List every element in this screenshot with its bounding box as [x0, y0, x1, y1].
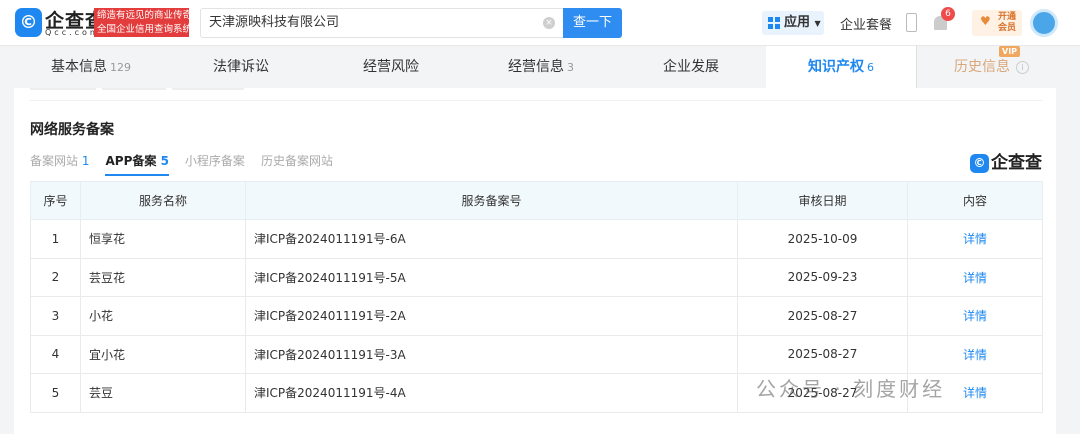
subtab-miniprogram[interactable]: 小程序备案	[185, 152, 245, 176]
table-row: 3 小花 津ICP备2024011191号-2A 2025-08-27 详情	[30, 296, 1043, 336]
avatar[interactable]	[1030, 9, 1058, 37]
clear-icon[interactable]: ×	[543, 17, 555, 29]
record-number: 津ICP备2024011191号-4A	[245, 373, 738, 413]
tab-count: 6	[867, 61, 874, 74]
search-value: 天津源映科技有限公司	[209, 15, 340, 30]
apps-label: 应用	[784, 15, 811, 30]
service-name: 芸豆花	[80, 257, 246, 297]
table-header-row: 序号 服务名称 服务备案号 审核日期 内容	[30, 181, 1043, 220]
col-review-date: 审核日期	[737, 181, 908, 220]
divider	[172, 88, 244, 90]
tab-risk[interactable]: 经营风险	[316, 46, 466, 88]
record-number: 津ICP备2024011191号-2A	[245, 296, 738, 336]
review-date: 2025-10-09	[737, 219, 908, 259]
tab-label: 经营信息	[508, 59, 564, 75]
row-index: 4	[30, 334, 81, 374]
subtab-label: APP备案	[105, 154, 157, 168]
service-name: 恒享花	[80, 219, 246, 259]
caret-down-icon: ▼	[814, 19, 821, 28]
service-name: 芸豆	[80, 373, 246, 413]
service-name: 宜小花	[80, 334, 246, 374]
slogan-line: 全国企业信用查询系统	[97, 24, 189, 35]
tab-basic-info[interactable]: 基本信息 129	[16, 46, 166, 88]
qcc-logo-icon: ©	[970, 154, 989, 173]
divider	[30, 88, 96, 90]
record-number: 津ICP备2024011191号-3A	[245, 334, 738, 374]
record-number: 津ICP备2024011191号-5A	[245, 257, 738, 297]
tab-label: 法律诉讼	[213, 59, 269, 75]
watermark: 公众号 · 刻度财经	[756, 377, 946, 401]
main-tabs: 基本信息 129 法律诉讼 经营风险 经营信息 3 企业发展 知识产权 6 VIP 历史…	[0, 46, 1080, 88]
review-date: 2025-09-23	[737, 257, 908, 297]
col-index: 序号	[30, 181, 81, 220]
tab-history[interactable]: VIP 历史信息 i	[916, 46, 1066, 88]
notification-badge: 6	[941, 7, 955, 21]
record-number: 津ICP备2024011191号-6A	[245, 219, 738, 259]
divider	[102, 88, 166, 90]
tab-label: 企业发展	[663, 59, 719, 75]
subtab-count: 1	[81, 154, 90, 168]
row-index: 5	[30, 373, 81, 413]
vip-line: 开通	[998, 12, 1017, 22]
details-link[interactable]: 详情	[907, 296, 1043, 336]
row-index: 2	[30, 257, 81, 297]
search-button[interactable]: 查一下	[563, 8, 622, 38]
enterprise-package-link[interactable]: 企业套餐	[840, 14, 892, 33]
table-row: 4 宜小花 津ICP备2024011191号-3A 2025-08-27 详情	[30, 334, 1043, 374]
col-record-number: 服务备案号	[245, 181, 738, 220]
tab-business-info[interactable]: 经营信息 3	[466, 46, 616, 88]
details-link[interactable]: 详情	[907, 334, 1043, 374]
vip-tag: VIP	[999, 46, 1021, 57]
subtab-label: 历史备案网站	[260, 154, 333, 168]
details-link[interactable]: 详情	[907, 219, 1043, 259]
info-icon[interactable]: i	[1016, 60, 1029, 74]
service-name: 小花	[80, 296, 246, 336]
subtab-app[interactable]: APP备案 5	[105, 152, 169, 176]
mobile-icon[interactable]	[906, 13, 917, 32]
apps-dropdown[interactable]: 应用 ▼	[762, 11, 824, 35]
tab-label: 基本信息	[51, 59, 107, 75]
divider	[30, 100, 1042, 101]
tab-count: 3	[567, 61, 574, 74]
subtab-label: 小程序备案	[184, 154, 245, 168]
tab-label: 历史信息	[954, 59, 1010, 75]
tab-label: 知识产权	[808, 59, 864, 75]
subtab-count: 5	[160, 154, 169, 168]
tab-legal[interactable]: 法律诉讼	[166, 46, 316, 88]
tab-ip[interactable]: 知识产权 6	[766, 46, 916, 88]
qcc-logo-icon[interactable]: ©	[15, 8, 42, 37]
section-title: 网络服务备案	[30, 122, 114, 138]
record-subtabs: 备案网站 1 APP备案 5 小程序备案 历史备案网站	[30, 152, 333, 176]
slogan-banner: 缔造有远见的商业传奇 全国企业信用查询系统	[94, 8, 189, 37]
brand-text: 企查查	[991, 153, 1042, 173]
tab-label: 经营风险	[363, 59, 419, 75]
tab-development[interactable]: 企业发展	[616, 46, 766, 88]
row-index: 3	[30, 296, 81, 336]
table-row: 2 芸豆花 津ICP备2024011191号-5A 2025-09-23 详情	[30, 257, 1043, 297]
details-link[interactable]: 详情	[907, 257, 1043, 297]
top-header: © 企查查 Qcc.com 缔造有远见的商业传奇 全国企业信用查询系统 天津源映科…	[0, 0, 1080, 46]
col-service-name: 服务名称	[80, 181, 246, 220]
subtab-history-website[interactable]: 历史备案网站	[261, 152, 333, 176]
logo-domain: Qcc.com	[45, 28, 101, 37]
brand-logo: © 企查查	[970, 148, 1042, 173]
row-index: 1	[30, 219, 81, 259]
col-content: 内容	[907, 181, 1043, 220]
table-row: 1 恒享花 津ICP备2024011191号-6A 2025-10-09 详情	[30, 219, 1043, 259]
vip-line: 会员	[998, 23, 1017, 33]
review-date: 2025-08-27	[737, 334, 908, 374]
open-vip-button[interactable]: 开通会员	[972, 10, 1022, 36]
search-input[interactable]: 天津源映科技有限公司 ×	[200, 8, 564, 38]
tab-count: 129	[110, 61, 131, 74]
subtab-label: 备案网站	[30, 154, 79, 168]
subtab-website[interactable]: 备案网站 1	[30, 152, 89, 176]
review-date: 2025-08-27	[737, 296, 908, 336]
slogan-line: 缔造有远见的商业传奇	[97, 10, 189, 21]
